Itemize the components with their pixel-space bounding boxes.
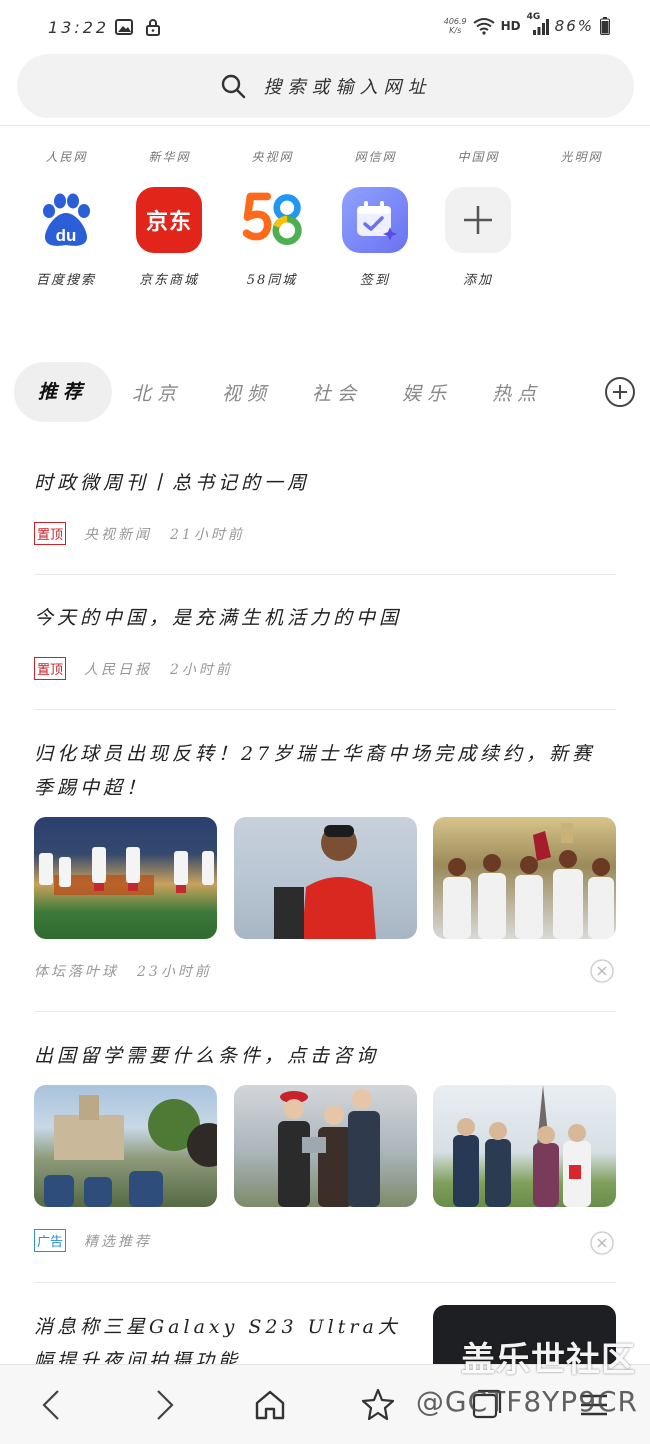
signal-icon: 4G bbox=[527, 12, 549, 36]
lock-icon bbox=[146, 19, 160, 36]
divider bbox=[34, 1011, 616, 1012]
shortcut-add[interactable]: 添加 bbox=[433, 187, 523, 288]
shortcut-baidu[interactable]: du 百度搜索 bbox=[21, 187, 111, 288]
shortcut-label: 百度搜索 bbox=[35, 273, 96, 288]
baidu-icon: du bbox=[33, 187, 99, 253]
news-source: 央视新闻 bbox=[84, 526, 153, 543]
news-meta: 置顶 央视新闻 21小时前 bbox=[34, 522, 616, 545]
ad-badge: 广告 bbox=[34, 1229, 67, 1252]
ad-thumbnails bbox=[34, 1085, 616, 1207]
news-time: 2小时前 bbox=[170, 661, 233, 678]
svg-text:du: du bbox=[56, 226, 77, 245]
gallery-icon bbox=[115, 19, 133, 35]
divider bbox=[34, 1282, 616, 1283]
plus-icon bbox=[445, 187, 511, 253]
search-bar[interactable]: 搜索或输入网址 bbox=[17, 54, 634, 118]
news-title: 时政微周刊丨总书记的一周 bbox=[34, 472, 311, 494]
shortcut-label: 58同城 bbox=[246, 273, 298, 288]
forward-icon[interactable] bbox=[146, 1387, 182, 1423]
category-tabs: 推荐 北京 视频 社会 娱乐 热点 bbox=[14, 362, 636, 422]
news-thumbnails bbox=[34, 817, 616, 939]
news-meta: 体坛落叶球 23小时前 bbox=[34, 961, 616, 981]
site-link[interactable]: 网信网 bbox=[324, 148, 427, 165]
site-link[interactable]: 中国网 bbox=[427, 148, 530, 165]
dismiss-icon[interactable] bbox=[590, 959, 614, 983]
shortcut-label: 添加 bbox=[462, 273, 493, 288]
search-icon bbox=[221, 74, 245, 99]
ad-item[interactable]: 出国留学需要什么条件，点击咨询 广告 精选推荐 bbox=[34, 1039, 616, 1255]
news-item[interactable]: 归化球员出现反转！27岁瑞士华裔中场完成续约，新赛季踢中超！ 体坛落叶球 23小… bbox=[34, 737, 616, 983]
news-time: 23小时前 bbox=[137, 964, 212, 980]
shortcut-checkin[interactable]: 签到 bbox=[330, 187, 420, 288]
net-speed: 406.9 K/s bbox=[443, 17, 467, 35]
site-link[interactable]: 央视网 bbox=[221, 148, 324, 165]
ad-source: 精选推荐 bbox=[84, 1233, 153, 1250]
battery-icon bbox=[600, 17, 610, 35]
shortcut-58[interactable]: 58同城 bbox=[227, 187, 317, 288]
dismiss-icon[interactable] bbox=[590, 1231, 614, 1255]
tab-hot[interactable]: 热点 bbox=[472, 379, 562, 406]
tab-recommend[interactable]: 推荐 bbox=[14, 362, 113, 422]
news-item[interactable]: 时政微周刊丨总书记的一周 置顶 央视新闻 21小时前 bbox=[34, 466, 616, 545]
thumbnail-image bbox=[233, 817, 417, 939]
site-link[interactable]: 人民网 bbox=[15, 148, 118, 165]
shortcut-jd[interactable]: 京东 京东商城 bbox=[124, 187, 214, 288]
tab-society[interactable]: 社会 bbox=[292, 379, 382, 406]
bookmark-star-icon[interactable] bbox=[360, 1387, 396, 1423]
thumbnail-image bbox=[433, 817, 616, 939]
site-link[interactable]: 新华网 bbox=[118, 148, 221, 165]
jd-logo-text: 京东 bbox=[145, 210, 192, 235]
home-icon[interactable] bbox=[252, 1387, 288, 1423]
status-right: 406.9 K/s HD 4G 86% bbox=[443, 12, 610, 36]
tab-entertainment[interactable]: 娱乐 bbox=[382, 379, 472, 406]
watermark-title: 盖乐世社区 bbox=[461, 1340, 636, 1380]
divider bbox=[34, 574, 616, 575]
ad-title: 出国留学需要什么条件，点击咨询 bbox=[34, 1045, 380, 1067]
add-tab-icon[interactable] bbox=[604, 376, 636, 408]
thumbnail-image bbox=[433, 1085, 616, 1207]
pinned-badge: 置顶 bbox=[34, 657, 67, 680]
news-meta: 置顶 人民日报 2小时前 bbox=[34, 657, 616, 680]
thumbnail-image bbox=[34, 817, 217, 939]
news-time: 21小时前 bbox=[170, 526, 245, 543]
news-source: 体坛落叶球 bbox=[34, 964, 119, 980]
wifi-icon bbox=[473, 18, 495, 35]
jd-icon: 京东 bbox=[136, 187, 202, 253]
58-icon bbox=[239, 187, 305, 253]
divider bbox=[34, 709, 616, 710]
thumbnail-image bbox=[233, 1085, 417, 1207]
news-item[interactable]: 今天的中国，是充满生机活力的中国 置顶 人民日报 2小时前 bbox=[34, 601, 616, 680]
back-icon[interactable] bbox=[34, 1387, 70, 1423]
watermark-id: @GCTF8YP9CR bbox=[415, 1385, 638, 1418]
status-time: 13:22 bbox=[48, 18, 110, 37]
calendar-check-icon bbox=[342, 187, 408, 253]
news-title: 今天的中国，是充满生机活力的中国 bbox=[34, 607, 403, 629]
battery-level: 86% bbox=[554, 17, 594, 35]
divider bbox=[0, 125, 650, 126]
shortcut-label: 签到 bbox=[359, 273, 390, 288]
tab-beijing[interactable]: 北京 bbox=[112, 379, 202, 406]
site-link[interactable]: 光明网 bbox=[530, 148, 633, 165]
status-bar: 13:22 406.9 K/s HD 4G 86% bbox=[0, 0, 650, 56]
hd-indicator: HD bbox=[500, 19, 521, 33]
ad-meta: 广告 精选推荐 bbox=[34, 1229, 616, 1252]
tab-video[interactable]: 视频 bbox=[202, 379, 292, 406]
shortcut-label: 京东商城 bbox=[138, 273, 199, 288]
search-placeholder: 搜索或输入网址 bbox=[263, 77, 432, 98]
pinned-badge: 置顶 bbox=[34, 522, 67, 545]
site-links: 人民网 新华网 央视网 网信网 中国网 光明网 bbox=[0, 148, 650, 165]
news-title: 归化球员出现反转！27岁瑞士华裔中场完成续约，新赛季踢中超！ bbox=[34, 743, 596, 799]
news-source: 人民日报 bbox=[84, 661, 153, 678]
thumbnail-image bbox=[34, 1085, 217, 1207]
